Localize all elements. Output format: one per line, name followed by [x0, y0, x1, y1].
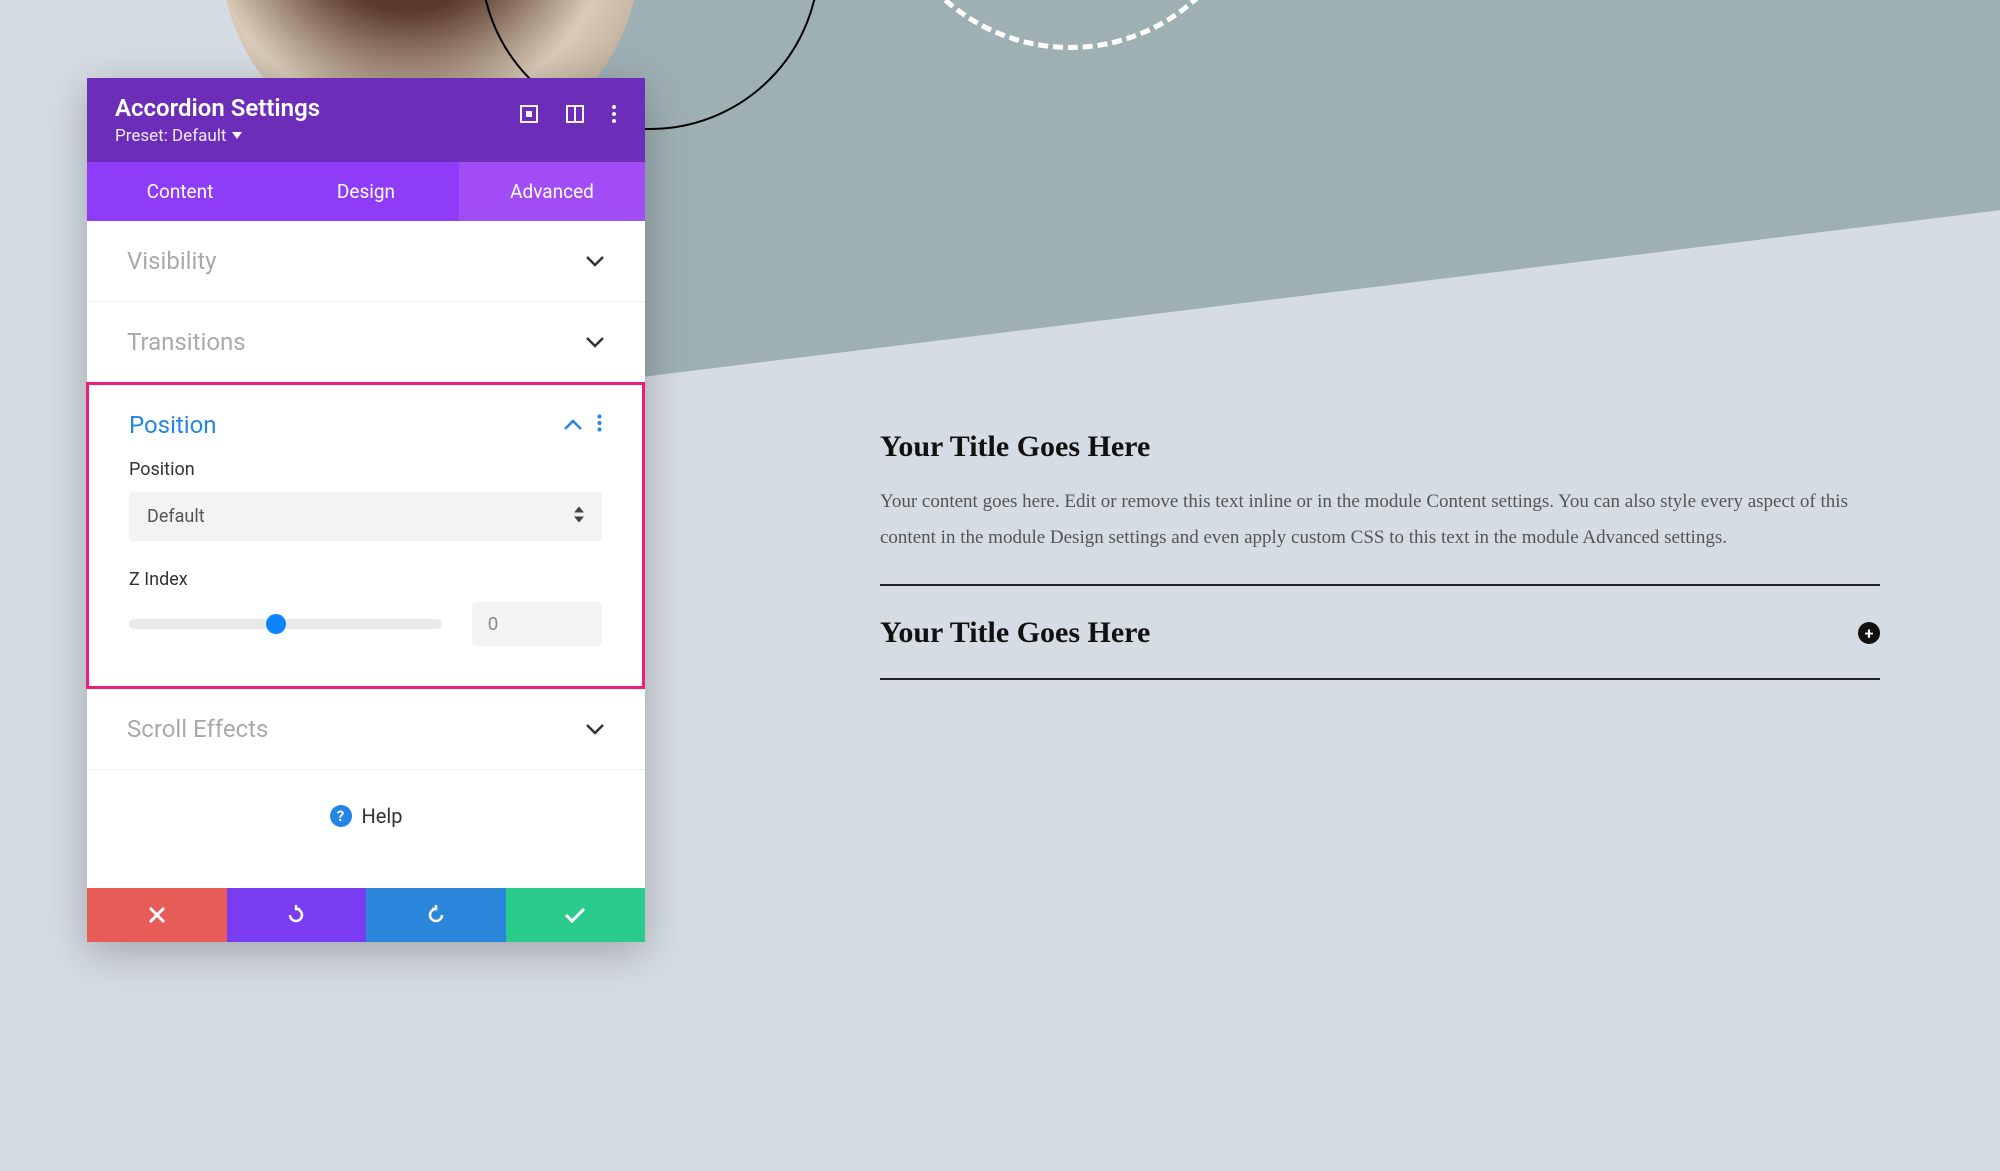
- accordion-item[interactable]: Your Title Goes Here Your content goes h…: [880, 430, 1880, 586]
- panel-header[interactable]: Accordion Settings Preset: Default: [87, 78, 645, 162]
- help-link[interactable]: ? Help: [87, 770, 645, 888]
- section-scroll-effects-title: Scroll Effects: [127, 715, 268, 743]
- section-scroll-effects-toggle[interactable]: Scroll Effects: [87, 689, 645, 769]
- position-section-highlight: Position Position Default Z Index: [86, 382, 645, 689]
- redo-icon: [425, 904, 447, 926]
- accordion-item-title: Your Title Goes Here: [880, 430, 1880, 464]
- zindex-input[interactable]: [472, 602, 602, 646]
- section-transitions-title: Transitions: [127, 328, 246, 356]
- close-icon: [148, 906, 166, 924]
- tabs-bar: Content Design Advanced: [87, 162, 645, 221]
- chevron-down-icon: [585, 720, 605, 739]
- tab-content[interactable]: Content: [87, 162, 273, 221]
- accordion-item-body: Your content goes here. Edit or remove t…: [880, 484, 1880, 556]
- help-icon: ?: [330, 805, 352, 827]
- position-select-value: Default: [147, 506, 205, 527]
- undo-button[interactable]: [227, 888, 367, 942]
- redo-button[interactable]: [366, 888, 506, 942]
- help-label: Help: [362, 804, 403, 828]
- accordion-preview: Your Title Goes Here Your content goes h…: [880, 430, 1880, 710]
- tab-design[interactable]: Design: [273, 162, 459, 221]
- accordion-item[interactable]: Your Title Goes Here +: [880, 616, 1880, 680]
- chevron-down-icon: [585, 333, 605, 352]
- more-icon[interactable]: [597, 414, 602, 436]
- position-field-label: Position: [129, 459, 602, 480]
- chevron-down-icon: [585, 252, 605, 271]
- position-select[interactable]: Default: [129, 492, 602, 541]
- plus-icon: +: [1858, 622, 1880, 644]
- sort-caret-icon: [574, 506, 584, 527]
- section-transitions: Transitions: [87, 302, 645, 383]
- slider-thumb[interactable]: [266, 614, 286, 634]
- caret-down-icon: [232, 132, 242, 140]
- section-position-title: Position: [129, 411, 217, 439]
- section-visibility-title: Visibility: [127, 247, 217, 275]
- accordion-item-title: Your Title Goes Here: [880, 616, 1150, 650]
- zindex-field-label: Z Index: [129, 569, 602, 590]
- zindex-slider[interactable]: [129, 619, 442, 629]
- section-visibility-toggle[interactable]: Visibility: [87, 221, 645, 301]
- tab-advanced[interactable]: Advanced: [459, 162, 645, 221]
- chevron-up-icon: [563, 416, 583, 435]
- check-icon: [564, 907, 586, 923]
- undo-icon: [285, 904, 307, 926]
- snap-icon[interactable]: [565, 104, 585, 128]
- footer-buttons: [87, 888, 645, 942]
- save-button[interactable]: [506, 888, 646, 942]
- panel-title: Accordion Settings: [115, 94, 519, 122]
- section-scroll-effects: Scroll Effects: [87, 689, 645, 770]
- preset-selector[interactable]: Preset: Default: [115, 126, 242, 146]
- settings-panel: Accordion Settings Preset: Default Conte…: [87, 78, 645, 942]
- cancel-button[interactable]: [87, 888, 227, 942]
- expand-icon[interactable]: [519, 104, 539, 128]
- preset-label: Preset: Default: [115, 126, 226, 146]
- more-icon[interactable]: [611, 104, 617, 128]
- section-position-toggle[interactable]: Position: [89, 385, 642, 459]
- section-visibility: Visibility: [87, 221, 645, 302]
- section-position-body: Position Default Z Index: [89, 459, 642, 686]
- section-transitions-toggle[interactable]: Transitions: [87, 302, 645, 382]
